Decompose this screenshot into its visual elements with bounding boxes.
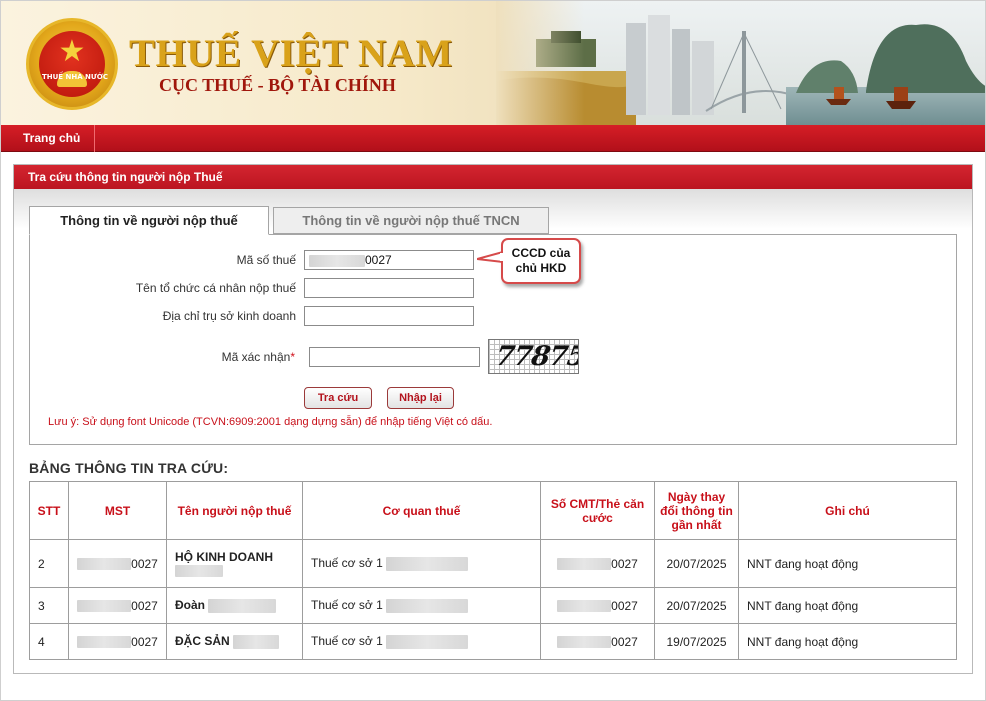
cell-mst: 0027 [68, 623, 167, 660]
cell-name: HỘ KINH DOANH [166, 539, 303, 588]
mst-input[interactable]: 0027 [304, 250, 474, 270]
cell-name: Đoàn [166, 587, 303, 624]
redacted-block [386, 634, 469, 649]
results-table: STT MST Tên người nộp thuế Cơ quan thuế … [29, 481, 957, 660]
header-date: Ngày thay đổi thông tin gần nhất [654, 481, 739, 540]
redacted-block [77, 600, 132, 613]
callout-line-1: CCCD của [511, 246, 571, 260]
cell-office-text: Thuế cơ sở 1 [311, 598, 383, 613]
header-note: Ghi chú [738, 481, 957, 540]
cell-date: 20/07/2025 [654, 587, 739, 624]
cell-office: Thuế cơ sở 1 [302, 623, 541, 660]
cell-name-text: HỘ KINH DOANH [175, 549, 273, 564]
cell-note: NNT đang hoạt động [738, 539, 957, 588]
tab-taxpayer-tncn[interactable]: Thông tin về người nộp thuế TNCN [273, 207, 549, 234]
unicode-note: Lưu ý: Sử dụng font Unicode (TCVN:6909:2… [48, 416, 493, 428]
cell-id-text: 0027 [611, 598, 638, 613]
mst-label: Mã số thuế [236, 253, 296, 267]
captcha-input[interactable] [309, 347, 480, 367]
mst-input-value: 0027 [365, 253, 392, 267]
site-subtitle: CỤC THUẾ - BỘ TÀI CHÍNH [159, 75, 396, 95]
cell-stt: 4 [29, 623, 69, 660]
cell-date: 19/07/2025 [654, 623, 739, 660]
callout-line-2: chủ HKD [515, 261, 567, 275]
cell-stt: 3 [29, 587, 69, 624]
reset-button[interactable]: Nhập lại [387, 387, 454, 409]
cell-name-text: Đoàn [175, 598, 205, 613]
emblem-inner: ★ [39, 31, 105, 97]
cell-mst-text: 0027 [131, 598, 158, 613]
cell-id-text: 0027 [611, 556, 638, 571]
header-stt: STT [29, 481, 69, 540]
cell-office: Thuế cơ sở 1 [302, 539, 541, 588]
cell-mst: 0027 [68, 587, 167, 624]
redacted-block [77, 636, 132, 649]
redacted-block [309, 254, 365, 267]
table-row[interactable]: 3 0027 Đoàn Thuế cơ sở 1 0027 20/07/2025… [29, 587, 957, 624]
nav-home-link[interactable]: Trang chủ [9, 125, 96, 152]
cell-id: 0027 [540, 623, 655, 660]
cell-id-text: 0027 [611, 634, 638, 649]
star-icon: ★ [58, 35, 86, 68]
cell-name-text: ĐẶC SẢN [175, 634, 230, 649]
redacted-block [386, 598, 469, 613]
emblem-ribbon-text: THUẾ NHÀ NƯỚC [41, 73, 109, 81]
redacted-block [233, 634, 280, 649]
name-label: Tên tổ chức cá nhân nộp thuế [135, 281, 296, 295]
redacted-block [77, 558, 132, 571]
tax-emblem-logo: ★ THUẾ NHÀ NƯỚC [26, 18, 118, 110]
site-banner: ★ THUẾ NHÀ NƯỚC THUẾ VIỆT NAM CỤC THUẾ -… [1, 1, 985, 125]
redacted-block [386, 556, 469, 571]
redacted-block [557, 636, 612, 649]
callout-pointer [477, 251, 503, 263]
redacted-block [208, 598, 277, 613]
table-row[interactable]: 2 0027 HỘ KINH DOANH Thuế cơ sở 1 0027 2… [29, 539, 957, 588]
redacted-block [557, 600, 612, 613]
browser-page: ★ THUẾ NHÀ NƯỚC THUẾ VIỆT NAM CỤC THUẾ -… [0, 0, 986, 701]
main-navbar: Trang chủ [1, 125, 985, 152]
cell-mst-text: 0027 [131, 634, 158, 649]
cell-date: 20/07/2025 [654, 539, 739, 588]
tab-taxpayer-info[interactable]: Thông tin về người nộp thuế [29, 206, 269, 235]
header-id: Số CMT/Thẻ căn cước [540, 481, 655, 540]
cell-name: ĐẶC SẢN [166, 623, 303, 660]
table-header-row: STT MST Tên người nộp thuế Cơ quan thuế … [29, 481, 957, 540]
redacted-block [175, 565, 223, 578]
header-name: Tên người nộp thuế [166, 481, 303, 540]
header-office: Cơ quan thuế [302, 481, 541, 540]
site-title: THUẾ VIỆT NAM [129, 32, 453, 75]
cell-id: 0027 [540, 587, 655, 624]
header-mst: MST [68, 481, 167, 540]
cell-note: NNT đang hoạt động [738, 587, 957, 624]
taxpayer-name-input[interactable] [304, 278, 474, 298]
panel-title: Tra cứu thông tin người nộp Thuế [14, 165, 972, 189]
business-address-input[interactable] [304, 306, 474, 326]
annotation-callout: CCCD của chủ HKD [501, 238, 581, 284]
cell-office: Thuế cơ sở 1 [302, 587, 541, 624]
redacted-block [557, 558, 612, 571]
address-label: Địa chỉ trụ sở kinh doanh [162, 309, 296, 323]
required-marker: * [290, 350, 295, 364]
banner-scenery-image [496, 1, 985, 125]
captcha-label-text: Mã xác nhận [221, 350, 291, 364]
captcha-text: 77875 [493, 341, 579, 372]
cell-mst-text: 0027 [131, 556, 158, 571]
table-row[interactable]: 4 0027 ĐẶC SẢN Thuế cơ sở 1 0027 19/07/2… [29, 623, 957, 660]
cell-stt: 2 [29, 539, 69, 588]
cell-note: NNT đang hoạt động [738, 623, 957, 660]
captcha-label: Mã xác nhận* [95, 350, 295, 364]
cell-mst: 0027 [68, 539, 167, 588]
results-title: BẢNG THÔNG TIN TRA CỨU: [29, 460, 229, 476]
cell-office-text: Thuế cơ sở 1 [311, 634, 383, 649]
cell-id: 0027 [540, 539, 655, 588]
search-button[interactable]: Tra cứu [304, 387, 372, 409]
cell-office-text: Thuế cơ sở 1 [311, 556, 383, 571]
captcha-image: 77875 [488, 339, 579, 374]
